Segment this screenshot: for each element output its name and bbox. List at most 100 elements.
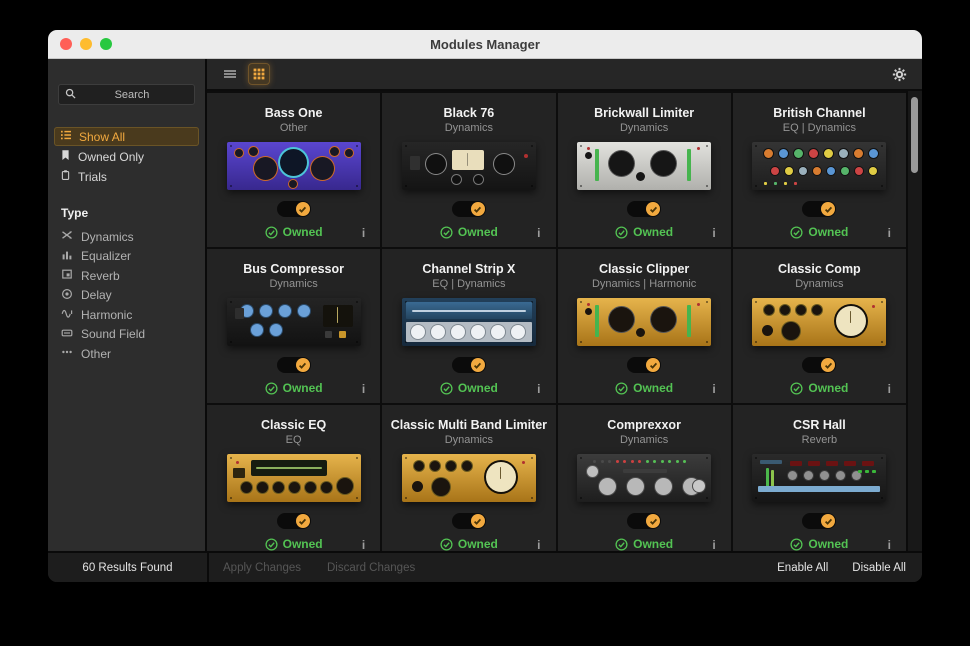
module-type: Dynamics [558, 434, 731, 446]
enable-toggle[interactable] [627, 201, 661, 217]
owned-check-icon [440, 382, 453, 395]
owned-status: Owned [265, 225, 323, 239]
module-card-classic-clipper: Classic ClipperDynamics | HarmonicOwnedi [558, 249, 731, 403]
module-type: EQ [207, 434, 380, 446]
owned-status: Owned [440, 225, 498, 239]
module-image [227, 454, 361, 502]
module-name: Black 76 [382, 106, 555, 120]
enable-toggle[interactable] [802, 201, 836, 217]
settings-button[interactable] [888, 63, 910, 85]
modules-manager-window: Modules Manager Show AllOwned OnlyTrials… [48, 30, 922, 582]
type-other[interactable]: Other [48, 344, 205, 364]
list-view-button[interactable] [219, 63, 241, 85]
equalizer-icon [61, 249, 73, 264]
type-sound-field[interactable]: Sound Field [48, 325, 205, 345]
module-name: Bass One [207, 106, 380, 120]
module-type: Dynamics [207, 278, 380, 290]
info-button[interactable]: i [537, 382, 540, 396]
enable-toggle[interactable] [277, 357, 311, 373]
search-input[interactable] [76, 88, 188, 102]
module-card-black-76: Black 76 Dynamics Owned i [382, 93, 555, 247]
grid-view-button[interactable] [248, 63, 270, 85]
module-type: Other [207, 122, 380, 134]
owned-check-icon [265, 226, 278, 239]
discard-changes-button[interactable]: Discard Changes [327, 562, 415, 574]
module-name: Channel Strip X [382, 262, 555, 276]
info-button[interactable]: i [362, 226, 365, 240]
module-card-brickwall-limiter: Brickwall LimiterDynamicsOwnedi [558, 93, 731, 247]
owned-check-icon [265, 538, 278, 551]
trials-icon [60, 169, 71, 184]
module-card-classic-multi-band-limiter: Classic Multi Band LimiterDynamicsOwnedi [382, 405, 555, 551]
enable-toggle[interactable] [802, 513, 836, 529]
type-reverb[interactable]: Reverb [48, 266, 205, 286]
scrollbar-thumb[interactable] [911, 97, 918, 173]
enable-toggle[interactable] [627, 357, 661, 373]
type-dynamics[interactable]: Dynamics [48, 227, 205, 247]
enable-toggle[interactable] [452, 513, 486, 529]
info-button[interactable]: i [362, 382, 365, 396]
info-button[interactable]: i [537, 226, 540, 240]
enable-all-button[interactable]: Enable All [777, 562, 828, 574]
module-image [752, 454, 886, 502]
enable-toggle[interactable] [627, 513, 661, 529]
filter-owned-only[interactable]: Owned Only [54, 147, 199, 166]
owned-check-icon [790, 382, 803, 395]
toggle-check-icon [471, 358, 485, 372]
toggle-check-icon [296, 358, 310, 372]
owned-check-icon [790, 538, 803, 551]
window-title: Modules Manager [48, 37, 922, 52]
module-type: EQ | Dynamics [733, 122, 906, 134]
info-button[interactable]: i [888, 382, 891, 396]
search-icon [65, 86, 76, 104]
type-delay[interactable]: Delay [48, 286, 205, 306]
search-box[interactable] [58, 84, 195, 105]
type-harmonic[interactable]: Harmonic [48, 305, 205, 325]
module-type: Dynamics [382, 122, 555, 134]
enable-toggle[interactable] [452, 357, 486, 373]
info-button[interactable]: i [712, 538, 715, 551]
title-bar[interactable]: Modules Manager [48, 30, 922, 59]
scrollbar-track[interactable] [906, 91, 922, 551]
owned-check-icon [615, 382, 628, 395]
info-button[interactable]: i [888, 538, 891, 551]
module-type: Dynamics [733, 278, 906, 290]
module-image [227, 142, 361, 190]
toggle-check-icon [296, 202, 310, 216]
filter-list: Show AllOwned OnlyTrials [48, 127, 205, 186]
disable-all-button[interactable]: Disable All [852, 562, 906, 574]
type-equalizer[interactable]: Equalizer [48, 247, 205, 267]
enable-toggle[interactable] [452, 201, 486, 217]
show-all-icon [60, 129, 72, 144]
module-name: Comprexxor [558, 418, 731, 432]
info-button[interactable]: i [537, 538, 540, 551]
info-button[interactable]: i [712, 226, 715, 240]
bookmark-icon [60, 149, 71, 164]
owned-status: Owned [790, 225, 848, 239]
owned-status: Owned [615, 537, 673, 551]
apply-changes-button[interactable]: Apply Changes [223, 562, 301, 574]
module-name: CSR Hall [733, 418, 906, 432]
owned-status: Owned [615, 225, 673, 239]
enable-toggle[interactable] [802, 357, 836, 373]
modules-grid: Bass One Other Owned i Black 76 Dynamics Owned… [207, 91, 906, 551]
zoom-button[interactable] [100, 38, 112, 50]
toggle-check-icon [471, 202, 485, 216]
filter-trials[interactable]: Trials [54, 167, 199, 186]
enable-toggle[interactable] [277, 201, 311, 217]
owned-status: Owned [790, 537, 848, 551]
module-card-british-channel: British ChannelEQ | DynamicsOwnedi [733, 93, 906, 247]
info-button[interactable]: i [888, 226, 891, 240]
type-list: DynamicsEqualizerReverbDelayHarmonicSoun… [48, 227, 205, 364]
minimize-button[interactable] [80, 38, 92, 50]
harmonic-icon [61, 307, 73, 322]
module-card-bus-compressor: Bus CompressorDynamicsOwnedi [207, 249, 380, 403]
info-button[interactable]: i [362, 538, 365, 551]
owned-status: Owned [440, 537, 498, 551]
info-button[interactable]: i [712, 382, 715, 396]
module-image [752, 298, 886, 346]
module-image [402, 298, 536, 346]
close-button[interactable] [60, 38, 72, 50]
enable-toggle[interactable] [277, 513, 311, 529]
filter-show-all[interactable]: Show All [54, 127, 199, 146]
